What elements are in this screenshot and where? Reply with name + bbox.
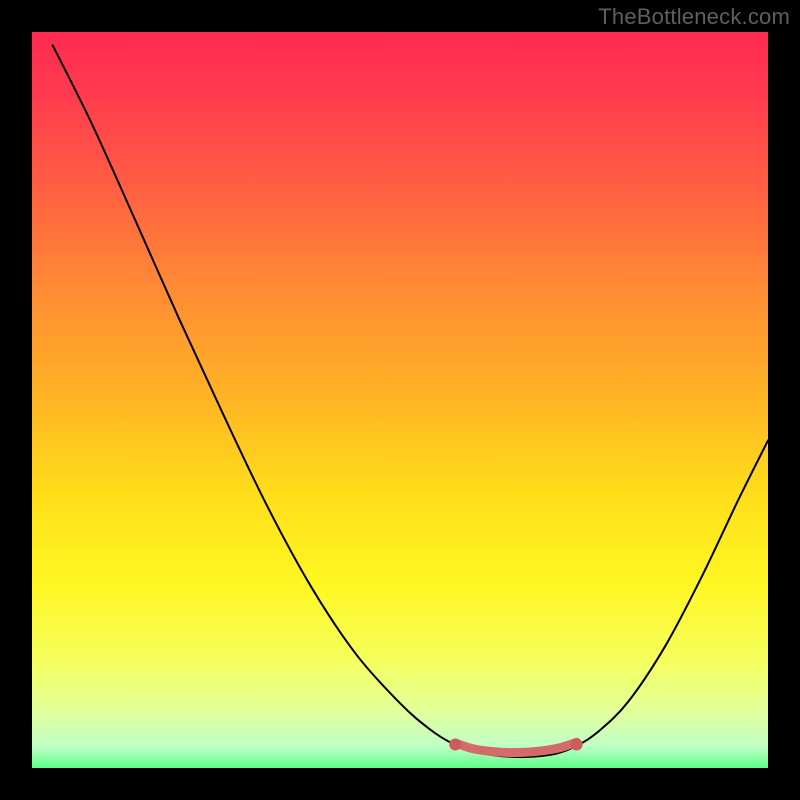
optimal-range-end-dot	[571, 738, 583, 750]
chart-frame: TheBottleneck.com	[0, 0, 800, 800]
watermark-text: TheBottleneck.com	[598, 4, 790, 30]
optimal-range-start-dot	[449, 738, 461, 750]
bottleneck-chart	[0, 0, 800, 800]
